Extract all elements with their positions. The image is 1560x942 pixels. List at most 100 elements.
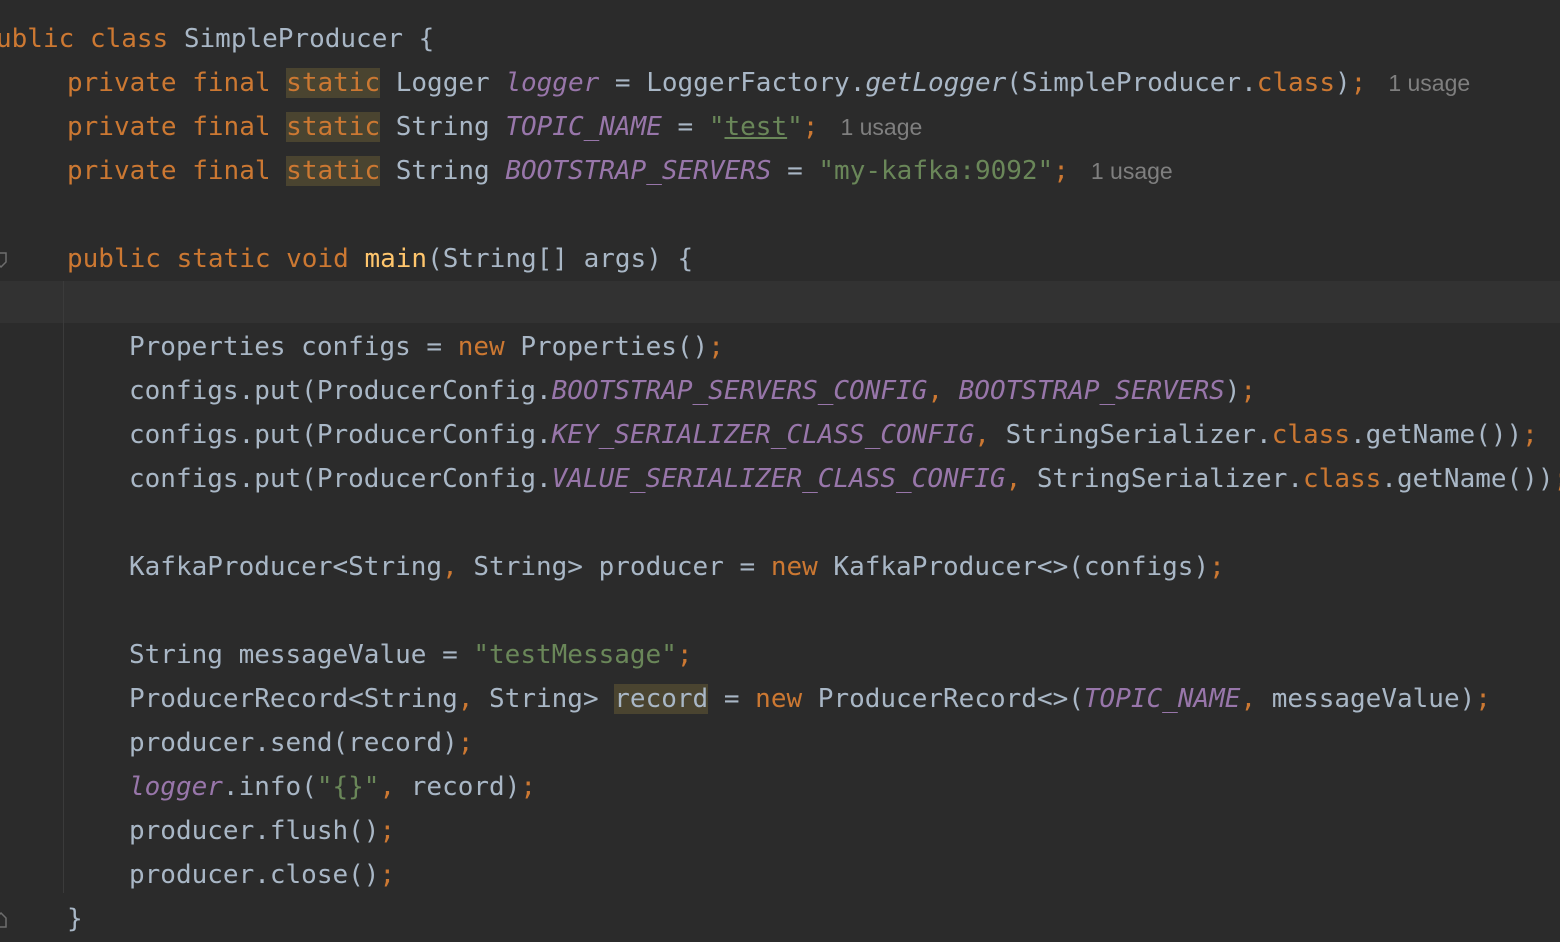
code-text: StringSerializer. xyxy=(1036,464,1304,494)
code-line-field-topic[interactable]: private final static String TOPIC_NAME =… xyxy=(67,105,922,149)
keyword-static-highlighted: static xyxy=(286,112,381,142)
comma: , xyxy=(927,376,959,406)
fold-end-icon[interactable] xyxy=(0,912,10,928)
code-text: String> xyxy=(473,684,615,714)
comma: , xyxy=(1005,464,1037,494)
semicolon: ; xyxy=(1053,156,1069,186)
code-line-put-key-serializer[interactable]: configs.put(ProducerConfig.KEY_SERIALIZE… xyxy=(129,413,1538,457)
keyword-public-partial: ublic xyxy=(0,24,75,54)
keyword-final: final xyxy=(192,68,271,98)
code-text: String messageValue = xyxy=(129,640,474,670)
string-literal: "my-kafka:9092" xyxy=(818,156,1054,186)
keyword-class: class xyxy=(1271,420,1350,450)
code-text: producer.send(record) xyxy=(129,728,458,758)
quote: " xyxy=(708,112,725,142)
semicolon: ; xyxy=(1209,552,1225,582)
code-line-message-value[interactable]: String messageValue = "testMessage"; xyxy=(129,633,693,677)
code-text: KafkaProducer<String xyxy=(129,552,443,582)
comma: , xyxy=(379,772,396,802)
semicolon: ; xyxy=(1240,376,1257,406)
fold-icon[interactable] xyxy=(0,252,10,268)
code-text: .getName()) xyxy=(1349,420,1523,450)
code-text: configs.put(ProducerConfig. xyxy=(129,376,552,406)
operator: = xyxy=(661,112,709,142)
keyword-final: final xyxy=(192,112,271,142)
semicolon: ; xyxy=(379,860,396,890)
code-line-main-signature[interactable]: public static void main(String[] args) { xyxy=(67,237,693,281)
variable-highlighted[interactable]: record xyxy=(614,684,709,714)
code-text: producer.flush() xyxy=(129,816,380,846)
code-line-properties[interactable]: Properties configs = new Properties(); xyxy=(129,325,724,369)
keyword-private: private xyxy=(67,68,177,98)
semicolon: ; xyxy=(676,640,693,670)
constant: BOOTSTRAP_SERVERS xyxy=(958,376,1225,406)
class-name: SimpleProducer xyxy=(183,24,404,54)
code-line-send[interactable]: producer.send(record); xyxy=(129,721,473,765)
code-text: KafkaProducer<>(configs) xyxy=(817,552,1210,582)
usage-hint[interactable]: 1 usage xyxy=(1388,70,1470,96)
comma: , xyxy=(457,684,474,714)
usage-hint[interactable]: 1 usage xyxy=(1091,158,1173,184)
code-line-flush[interactable]: producer.flush(); xyxy=(129,809,395,853)
type-name: String xyxy=(395,112,490,142)
keyword-class: class xyxy=(89,24,169,54)
constant: BOOTSTRAP_SERVERS_CONFIG xyxy=(551,376,928,406)
semicolon: ; xyxy=(1522,420,1538,450)
string-literal[interactable]: test xyxy=(725,112,788,142)
code-text: Properties configs = xyxy=(129,332,458,362)
code-line-put-bootstrap[interactable]: configs.put(ProducerConfig.BOOTSTRAP_SER… xyxy=(129,369,1256,413)
operator: = xyxy=(708,684,756,714)
code-editor[interactable]: ublic class SimpleProducer { private fin… xyxy=(0,0,1560,942)
code-line-put-value-serializer[interactable]: configs.put(ProducerConfig.VALUE_SERIALI… xyxy=(129,457,1560,501)
keyword-final: final xyxy=(192,156,271,186)
keyword-class: class xyxy=(1256,68,1335,98)
keyword-static-highlighted: static xyxy=(286,156,381,186)
keyword-new: new xyxy=(770,552,818,582)
current-line-highlight xyxy=(0,281,1560,323)
semicolon: ; xyxy=(457,728,474,758)
type-name: String xyxy=(395,156,490,186)
code-text: .getName()) xyxy=(1381,464,1554,494)
code-text: ProducerRecord<String xyxy=(129,684,458,714)
semicolon: ; xyxy=(379,816,396,846)
semicolon: ; xyxy=(708,332,724,362)
usage-hint[interactable]: 1 usage xyxy=(840,114,922,140)
semicolon: ; xyxy=(520,772,537,802)
code-line-record[interactable]: ProducerRecord<String, String> record = … xyxy=(129,677,1491,721)
code-line-producer[interactable]: KafkaProducer<String, String> producer =… xyxy=(129,545,1225,589)
code-text: record) xyxy=(395,772,521,802)
code-text: String> producer = xyxy=(457,552,771,582)
keyword-new: new xyxy=(755,684,803,714)
argument: (SimpleProducer. xyxy=(1006,68,1257,98)
comma: , xyxy=(442,552,458,582)
code-line-field-logger[interactable]: private final static Logger logger = Log… xyxy=(67,61,1470,105)
keyword-private: private xyxy=(67,156,177,186)
type-name: Logger xyxy=(395,68,490,98)
field-name: logger xyxy=(505,68,600,98)
quote: " xyxy=(787,112,803,142)
semicolon: ; xyxy=(1553,464,1560,494)
field-ref: logger xyxy=(129,772,223,802)
paren: ) xyxy=(1224,376,1241,406)
constant: VALUE_SERIALIZER_CLASS_CONFIG xyxy=(551,464,1006,494)
code-line-closing-brace[interactable]: } xyxy=(67,897,83,941)
keyword-void: void xyxy=(286,244,349,274)
code-text: producer.close() xyxy=(129,860,380,890)
comma: , xyxy=(1240,684,1257,714)
indent-guide xyxy=(63,281,64,893)
keyword-new: new xyxy=(457,332,505,362)
field-name: BOOTSTRAP_SERVERS xyxy=(505,156,772,186)
operator: = xyxy=(599,68,647,98)
keyword-class: class xyxy=(1303,464,1382,494)
code-line-class-header[interactable]: ublic class SimpleProducer { xyxy=(0,17,434,61)
operator: = xyxy=(771,156,819,186)
code-line-field-bootstrap[interactable]: private final static String BOOTSTRAP_SE… xyxy=(67,149,1173,193)
keyword-static: static xyxy=(176,244,271,274)
brace: } xyxy=(67,904,83,934)
code-line-log[interactable]: logger.info("{}", record); xyxy=(129,765,536,809)
comma: , xyxy=(974,420,1006,450)
code-line-close[interactable]: producer.close(); xyxy=(129,853,395,897)
constant: KEY_SERIALIZER_CLASS_CONFIG xyxy=(551,420,975,450)
code-text: .info( xyxy=(222,772,317,802)
code-text: messageValue) xyxy=(1256,684,1476,714)
